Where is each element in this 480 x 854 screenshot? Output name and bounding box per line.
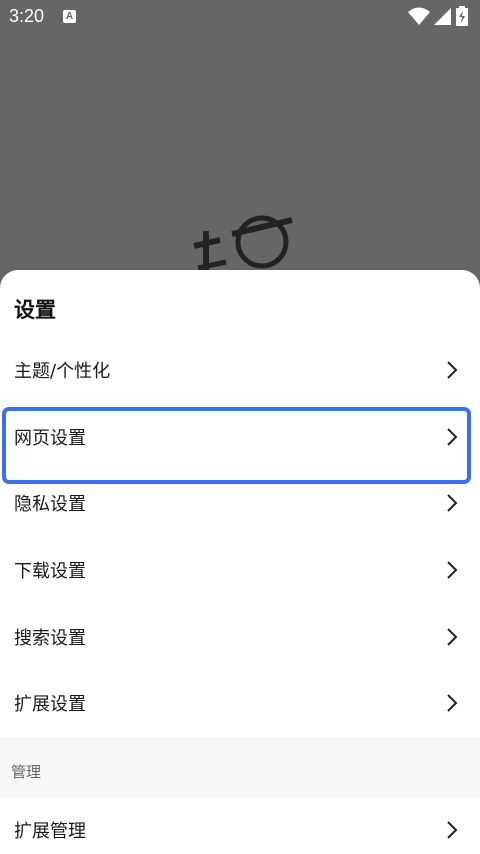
wifi-icon: [408, 7, 430, 25]
settings-item-label: 扩展管理: [14, 821, 86, 842]
settings-item-label: 搜索设置: [14, 628, 86, 649]
chevron-right-icon: [447, 628, 458, 646]
signal-icon: [434, 8, 451, 25]
settings-item-label: 扩展设置: [14, 694, 86, 715]
section-label: 管理: [11, 763, 42, 781]
chevron-right-icon: [447, 361, 458, 379]
settings-item-label: 下载设置: [14, 561, 86, 582]
chevron-right-icon: [447, 561, 458, 579]
status-time: 3:20: [9, 6, 45, 26]
settings-sheet: 设置 主题/个性化 网页设置 隐私设置 下载设置 搜索设置 扩展设置 管理 扩展…: [0, 270, 480, 854]
chevron-right-icon: [447, 694, 458, 712]
settings-item-theme[interactable]: 主题/个性化: [0, 337, 480, 403]
settings-item-privacy[interactable]: 隐私设置: [0, 470, 480, 536]
settings-item-extension-manage[interactable]: 扩展管理: [0, 797, 480, 854]
battery-charging-icon: [456, 6, 468, 26]
chevron-right-icon: [447, 494, 458, 512]
sheet-title: 设置: [14, 298, 56, 322]
settings-item-extension[interactable]: 扩展设置: [0, 670, 480, 736]
browser-logo-icon: [193, 215, 293, 276]
section-header-manage: 管理: [0, 737, 480, 797]
settings-item-search[interactable]: 搜索设置: [0, 604, 480, 670]
settings-item-download[interactable]: 下载设置: [0, 537, 480, 603]
chevron-right-icon: [447, 821, 458, 839]
notification-badge: A: [63, 10, 76, 23]
status-icons: [408, 6, 472, 28]
status-bar: 3:20 A: [0, 0, 480, 34]
settings-item-label: 隐私设置: [14, 494, 86, 515]
settings-item-label: 主题/个性化: [14, 361, 111, 382]
